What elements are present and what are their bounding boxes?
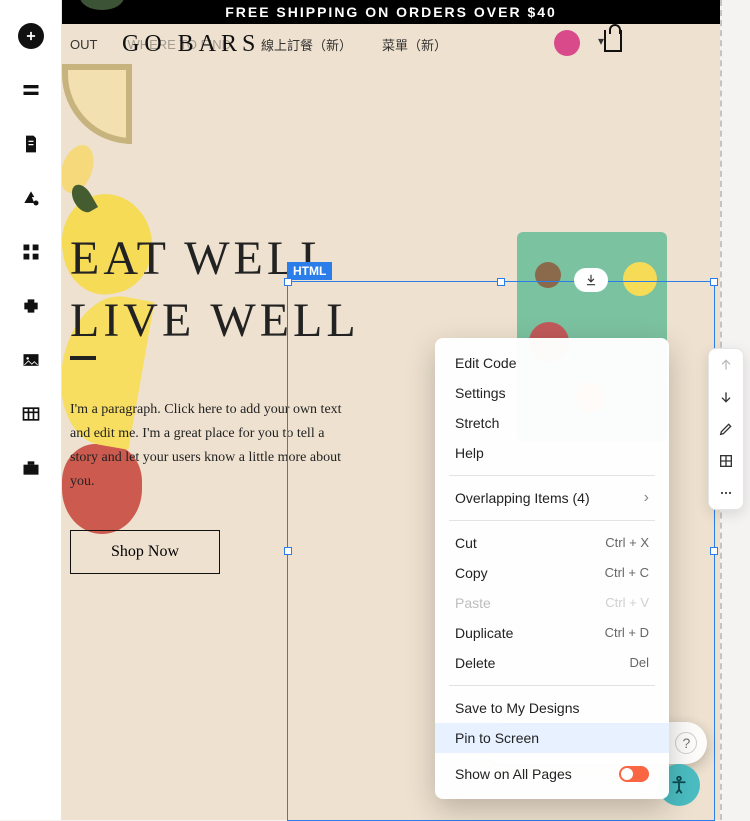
menu-paste: PasteCtrl + V	[435, 588, 669, 618]
apps-button[interactable]	[13, 234, 49, 270]
media-button[interactable]	[13, 342, 49, 378]
help-icon[interactable]: ?	[675, 732, 697, 754]
add-element-button[interactable]	[13, 18, 49, 54]
addons-button[interactable]	[13, 288, 49, 324]
brand-logo: GO BARS	[122, 24, 260, 64]
menu-separator	[449, 520, 655, 521]
menu-pin-to-screen[interactable]: Pin to Screen	[435, 723, 669, 753]
editor-canvas: FREE SHIPPING ON ORDERS OVER $40 OUT WHE…	[62, 0, 750, 820]
table-icon	[21, 404, 41, 424]
promo-banner: FREE SHIPPING ON ORDERS OVER $40	[62, 0, 720, 24]
menu-save-to-designs[interactable]: Save to My Designs	[435, 693, 669, 723]
melon-decoration	[62, 64, 132, 144]
puzzle-icon	[21, 296, 41, 316]
page-icon	[21, 134, 41, 154]
chevron-right-icon: ›	[644, 488, 649, 508]
user-avatar[interactable]	[554, 30, 580, 56]
nav-about[interactable]: OUT	[70, 37, 97, 52]
move-up-button[interactable]	[709, 349, 743, 381]
section-icon	[21, 80, 41, 100]
menu-stretch[interactable]: Stretch	[435, 408, 669, 438]
resize-handle-tr[interactable]	[710, 278, 718, 286]
plus-icon	[18, 23, 44, 49]
menu-overlapping[interactable]: Overlapping Items (4)›	[435, 483, 669, 513]
menu-separator	[449, 685, 655, 686]
resize-handle-tl[interactable]	[284, 278, 292, 286]
edit-button[interactable]	[709, 413, 743, 445]
pages-button[interactable]	[13, 126, 49, 162]
menu-delete[interactable]: DeleteDel	[435, 648, 669, 678]
download-badge[interactable]	[574, 268, 608, 292]
resize-handle-mr[interactable]	[710, 547, 718, 555]
person-icon	[668, 774, 690, 796]
image-icon	[21, 350, 41, 370]
right-floating-toolbar	[708, 348, 744, 510]
resize-handle-tm[interactable]	[497, 278, 505, 286]
arrow-up-icon	[718, 357, 734, 373]
pencil-icon	[718, 421, 734, 437]
menu-duplicate[interactable]: DuplicateCtrl + D	[435, 618, 669, 648]
menu-settings[interactable]: Settings	[435, 378, 669, 408]
site-header: OUT WHERE TO FIND 線上訂餐（新） 菜單（新） GO BARS	[62, 24, 720, 64]
data-button[interactable]	[13, 396, 49, 432]
business-button[interactable]	[13, 450, 49, 486]
menu-help[interactable]: Help	[435, 438, 669, 468]
resize-handle-ml[interactable]	[284, 547, 292, 555]
theme-button[interactable]	[13, 180, 49, 216]
nav-menu[interactable]: 菜單（新）	[382, 35, 447, 54]
menu-separator	[449, 475, 655, 476]
editor-left-sidebar	[0, 0, 62, 820]
show-all-pages-toggle[interactable]	[619, 766, 649, 782]
nav-order[interactable]: 線上訂餐（新）	[261, 35, 352, 54]
more-button[interactable]	[709, 477, 743, 509]
theme-icon	[21, 188, 41, 208]
menu-edit-code[interactable]: Edit Code	[435, 348, 669, 378]
briefcase-icon	[21, 458, 41, 478]
menu-copy[interactable]: CopyCtrl + C	[435, 558, 669, 588]
cart-icon[interactable]	[604, 30, 622, 52]
grid-icon	[21, 242, 41, 262]
layout-icon	[718, 453, 734, 469]
menu-show-on-all-pages[interactable]: Show on All Pages	[435, 759, 669, 789]
hero-divider	[70, 356, 96, 360]
download-icon	[584, 273, 598, 287]
shop-now-button[interactable]: Shop Now	[70, 530, 220, 574]
sections-button[interactable]	[13, 72, 49, 108]
layout-button[interactable]	[709, 445, 743, 477]
selection-type-label: HTML	[287, 262, 332, 280]
context-menu: Edit Code Settings Stretch Help Overlapp…	[435, 338, 669, 799]
menu-cut[interactable]: CutCtrl + X	[435, 528, 669, 558]
more-icon	[718, 485, 734, 501]
arrow-down-icon	[718, 389, 734, 405]
move-down-button[interactable]	[709, 381, 743, 413]
